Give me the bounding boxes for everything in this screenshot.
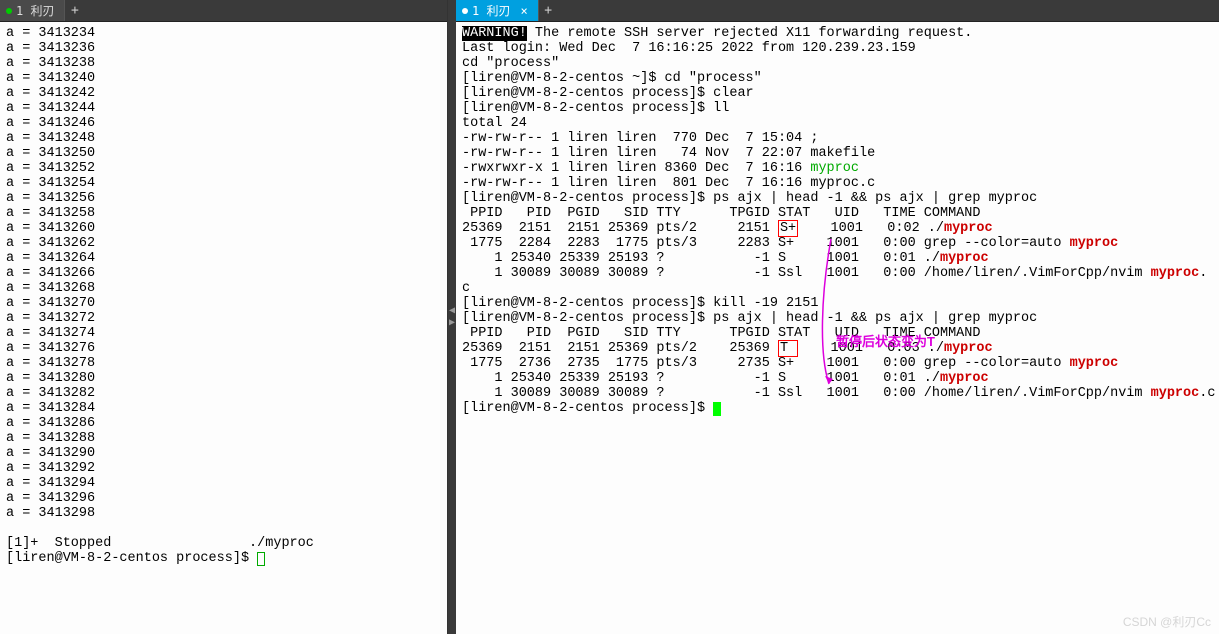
output-line: a = 3413284 <box>6 401 441 416</box>
output-line: a = 3413290 <box>6 446 441 461</box>
ps-row: 1 30089 30089 30089 ? -1 Ssl 1001 0:00 /… <box>462 266 1213 281</box>
output-line: a = 3413294 <box>6 476 441 491</box>
right-terminal[interactable]: WARNING! The remote SSH server rejected … <box>456 22 1219 634</box>
left-tabbar: 1 利刃 + <box>0 0 447 22</box>
prompt-line[interactable]: [liren@VM-8-2-centos process]$ <box>6 551 441 566</box>
output-line: a = 3413286 <box>6 416 441 431</box>
ps-row: 1 30089 30089 30089 ? -1 Ssl 1001 0:00 /… <box>462 386 1213 401</box>
new-tab-right[interactable]: + <box>538 0 558 21</box>
cmd-line: [liren@VM-8-2-centos process]$ ll <box>462 101 1213 116</box>
output-line: a = 3413250 <box>6 146 441 161</box>
new-tab-left[interactable]: + <box>64 0 84 21</box>
prompt-line[interactable]: [liren@VM-8-2-centos process]$ <box>462 401 1213 416</box>
cmd-line: [liren@VM-8-2-centos process]$ ps ajx | … <box>462 191 1213 206</box>
warning-line: WARNING! The remote SSH server rejected … <box>462 26 1213 41</box>
left-terminal[interactable]: a = 3413234a = 3413236a = 3413238a = 341… <box>0 22 447 634</box>
ps-row: 1 25340 25339 25193 ? -1 S 1001 0:01 ./m… <box>462 251 1213 266</box>
cmd-line: [liren@VM-8-2-centos ~]$ cd "process" <box>462 71 1213 86</box>
ll-row: -rwxrwxr-x 1 liren liren 8360 Dec 7 16:1… <box>462 161 1213 176</box>
output-line: a = 3413262 <box>6 236 441 251</box>
right-pane: 1 利刃 × + WARNING! The remote SSH server … <box>456 0 1219 634</box>
annotation-text: 暂停后状态变为T <box>836 334 935 349</box>
tab-right-1[interactable]: 1 利刃 × <box>456 0 538 21</box>
ps-row: 1775 2284 2283 1775 pts/3 2283 S+ 1001 0… <box>462 236 1213 251</box>
output-line: a = 3413266 <box>6 266 441 281</box>
close-icon[interactable]: × <box>520 4 527 18</box>
output-line: a = 3413272 <box>6 311 441 326</box>
output-line: a = 3413260 <box>6 221 441 236</box>
output-line: a = 3413278 <box>6 356 441 371</box>
blank-line <box>6 521 441 536</box>
ll-row: -rw-rw-r-- 1 liren liren 770 Dec 7 15:04… <box>462 131 1213 146</box>
output-line: a = 3413298 <box>6 506 441 521</box>
output-line: a = 3413252 <box>6 161 441 176</box>
stopped-line: [1]+ Stopped ./myproc <box>6 536 441 551</box>
tab-status-dot <box>462 8 468 14</box>
output-line: a = 3413292 <box>6 461 441 476</box>
output-line: a = 3413274 <box>6 326 441 341</box>
output-line: a = 3413240 <box>6 71 441 86</box>
ll-row: -rw-rw-r-- 1 liren liren 801 Dec 7 16:16… <box>462 176 1213 191</box>
cmd-line: [liren@VM-8-2-centos process]$ clear <box>462 86 1213 101</box>
output-line: a = 3413288 <box>6 431 441 446</box>
split-handle[interactable]: ◀ ▶ <box>448 0 456 634</box>
output-line: a = 3413280 <box>6 371 441 386</box>
ps-row: 25369 2151 2151 25369 pts/2 2151 S+ 1001… <box>462 221 1213 236</box>
left-pane: 1 利刃 + a = 3413234a = 3413236a = 3413238… <box>0 0 448 634</box>
output-line: a = 3413248 <box>6 131 441 146</box>
cmd-line: [liren@VM-8-2-centos process]$ ps ajx | … <box>462 311 1213 326</box>
output-line: a = 3413276 <box>6 341 441 356</box>
output-line: a = 3413258 <box>6 206 441 221</box>
ps-row: 1 25340 25339 25193 ? -1 S 1001 0:01 ./m… <box>462 371 1213 386</box>
cursor <box>257 552 265 566</box>
tab-label: 1 利刃 <box>472 2 510 19</box>
login-line: Last login: Wed Dec 7 16:16:25 2022 from… <box>462 41 1213 56</box>
output-line: a = 3413242 <box>6 86 441 101</box>
output-line: a = 3413246 <box>6 116 441 131</box>
output-line: a = 3413256 <box>6 191 441 206</box>
ps-header: PPID PID PGID SID TTY TPGID STAT UID TIM… <box>462 206 1213 221</box>
output-line: a = 3413282 <box>6 386 441 401</box>
output-line: a = 3413236 <box>6 41 441 56</box>
tab-status-dot <box>6 8 12 14</box>
output-line: a = 3413264 <box>6 251 441 266</box>
output-line: a = 3413254 <box>6 176 441 191</box>
output-line: a = 3413270 <box>6 296 441 311</box>
ll-total: total 24 <box>462 116 1213 131</box>
wrap-line: c <box>462 281 1213 296</box>
output-line: a = 3413244 <box>6 101 441 116</box>
ps-row: 1775 2736 2735 1775 pts/3 2735 S+ 1001 0… <box>462 356 1213 371</box>
echo-cd: cd "process" <box>462 56 1213 71</box>
cursor <box>713 402 721 416</box>
output-line: a = 3413234 <box>6 26 441 41</box>
output-line: a = 3413268 <box>6 281 441 296</box>
watermark: CSDN @利刃Cc <box>1123 613 1211 630</box>
ll-row: -rw-rw-r-- 1 liren liren 74 Nov 7 22:07 … <box>462 146 1213 161</box>
tab-left-1[interactable]: 1 利刃 <box>0 0 64 21</box>
output-line: a = 3413296 <box>6 491 441 506</box>
nav-left-icon: ◀ <box>449 306 455 316</box>
right-tabbar: 1 利刃 × + <box>456 0 1219 22</box>
cmd-line: [liren@VM-8-2-centos process]$ kill -19 … <box>462 296 1213 311</box>
tab-label: 1 利刃 <box>16 2 54 19</box>
output-line: a = 3413238 <box>6 56 441 71</box>
split-container: 1 利刃 + a = 3413234a = 3413236a = 3413238… <box>0 0 1219 634</box>
nav-right-icon: ▶ <box>449 318 455 328</box>
